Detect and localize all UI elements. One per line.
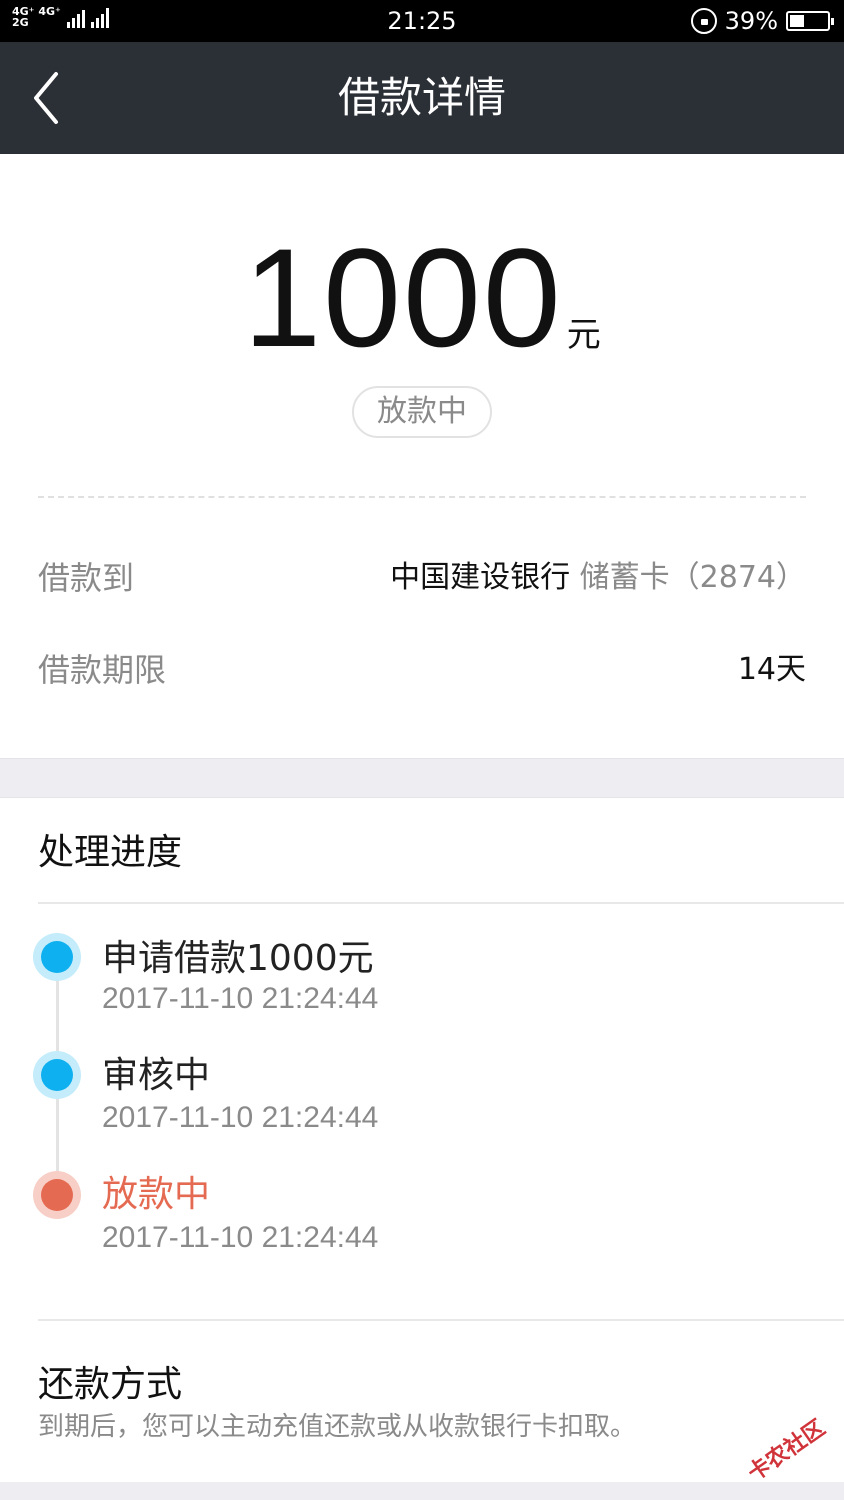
step-done-icon	[33, 933, 81, 981]
nav-bar: 借款详情	[0, 42, 844, 154]
bottom-separator	[0, 1482, 844, 1500]
destination-label: 借款到	[38, 559, 135, 597]
status-badge: 放款中	[352, 386, 492, 438]
info-row-destination: 借款到 中国建设银行 储蓄卡（2874）	[38, 553, 806, 603]
step-done-icon	[33, 1051, 81, 1099]
rotation-lock-icon	[690, 8, 717, 34]
bank-name: 中国建设银行	[390, 560, 571, 595]
term-value: 14天	[737, 652, 806, 687]
battery-icon	[786, 11, 834, 31]
divider	[38, 1319, 844, 1321]
repay-title: 还款方式	[38, 1364, 183, 1405]
amount-value: 1000	[243, 219, 563, 376]
loan-amount: 1000 元	[0, 228, 844, 368]
amount-unit: 元	[566, 315, 601, 355]
step-time: 2017-11-10 21:24:44	[102, 982, 379, 1015]
term-label: 借款期限	[38, 651, 167, 689]
step-title: 申请借款1000元	[102, 938, 374, 979]
repay-description: 到期后，您可以主动充值还款或从收款银行卡扣取。	[38, 1412, 637, 1442]
status-right: 39%	[690, 6, 834, 36]
step-time: 2017-11-10 21:24:44	[102, 1221, 379, 1254]
card-info: 储蓄卡（2874）	[579, 560, 806, 595]
section-separator	[0, 758, 844, 798]
step-title: 审核中	[102, 1055, 211, 1096]
divider	[38, 902, 844, 904]
progress-title: 处理进度	[38, 832, 183, 873]
info-row-term: 借款期限 14天	[38, 645, 806, 695]
step-time: 2017-11-10 21:24:44	[102, 1101, 379, 1134]
battery-percent: 39%	[724, 7, 778, 35]
page-title: 借款详情	[337, 73, 506, 122]
status-bar: 4G⁺ 4G⁺ 2G 21:25 39%	[0, 0, 844, 42]
step-title: 放款中	[102, 1174, 211, 1215]
destination-value: 中国建设银行 储蓄卡（2874）	[390, 553, 806, 603]
step-current-icon	[33, 1171, 81, 1219]
dashed-divider	[38, 496, 806, 498]
